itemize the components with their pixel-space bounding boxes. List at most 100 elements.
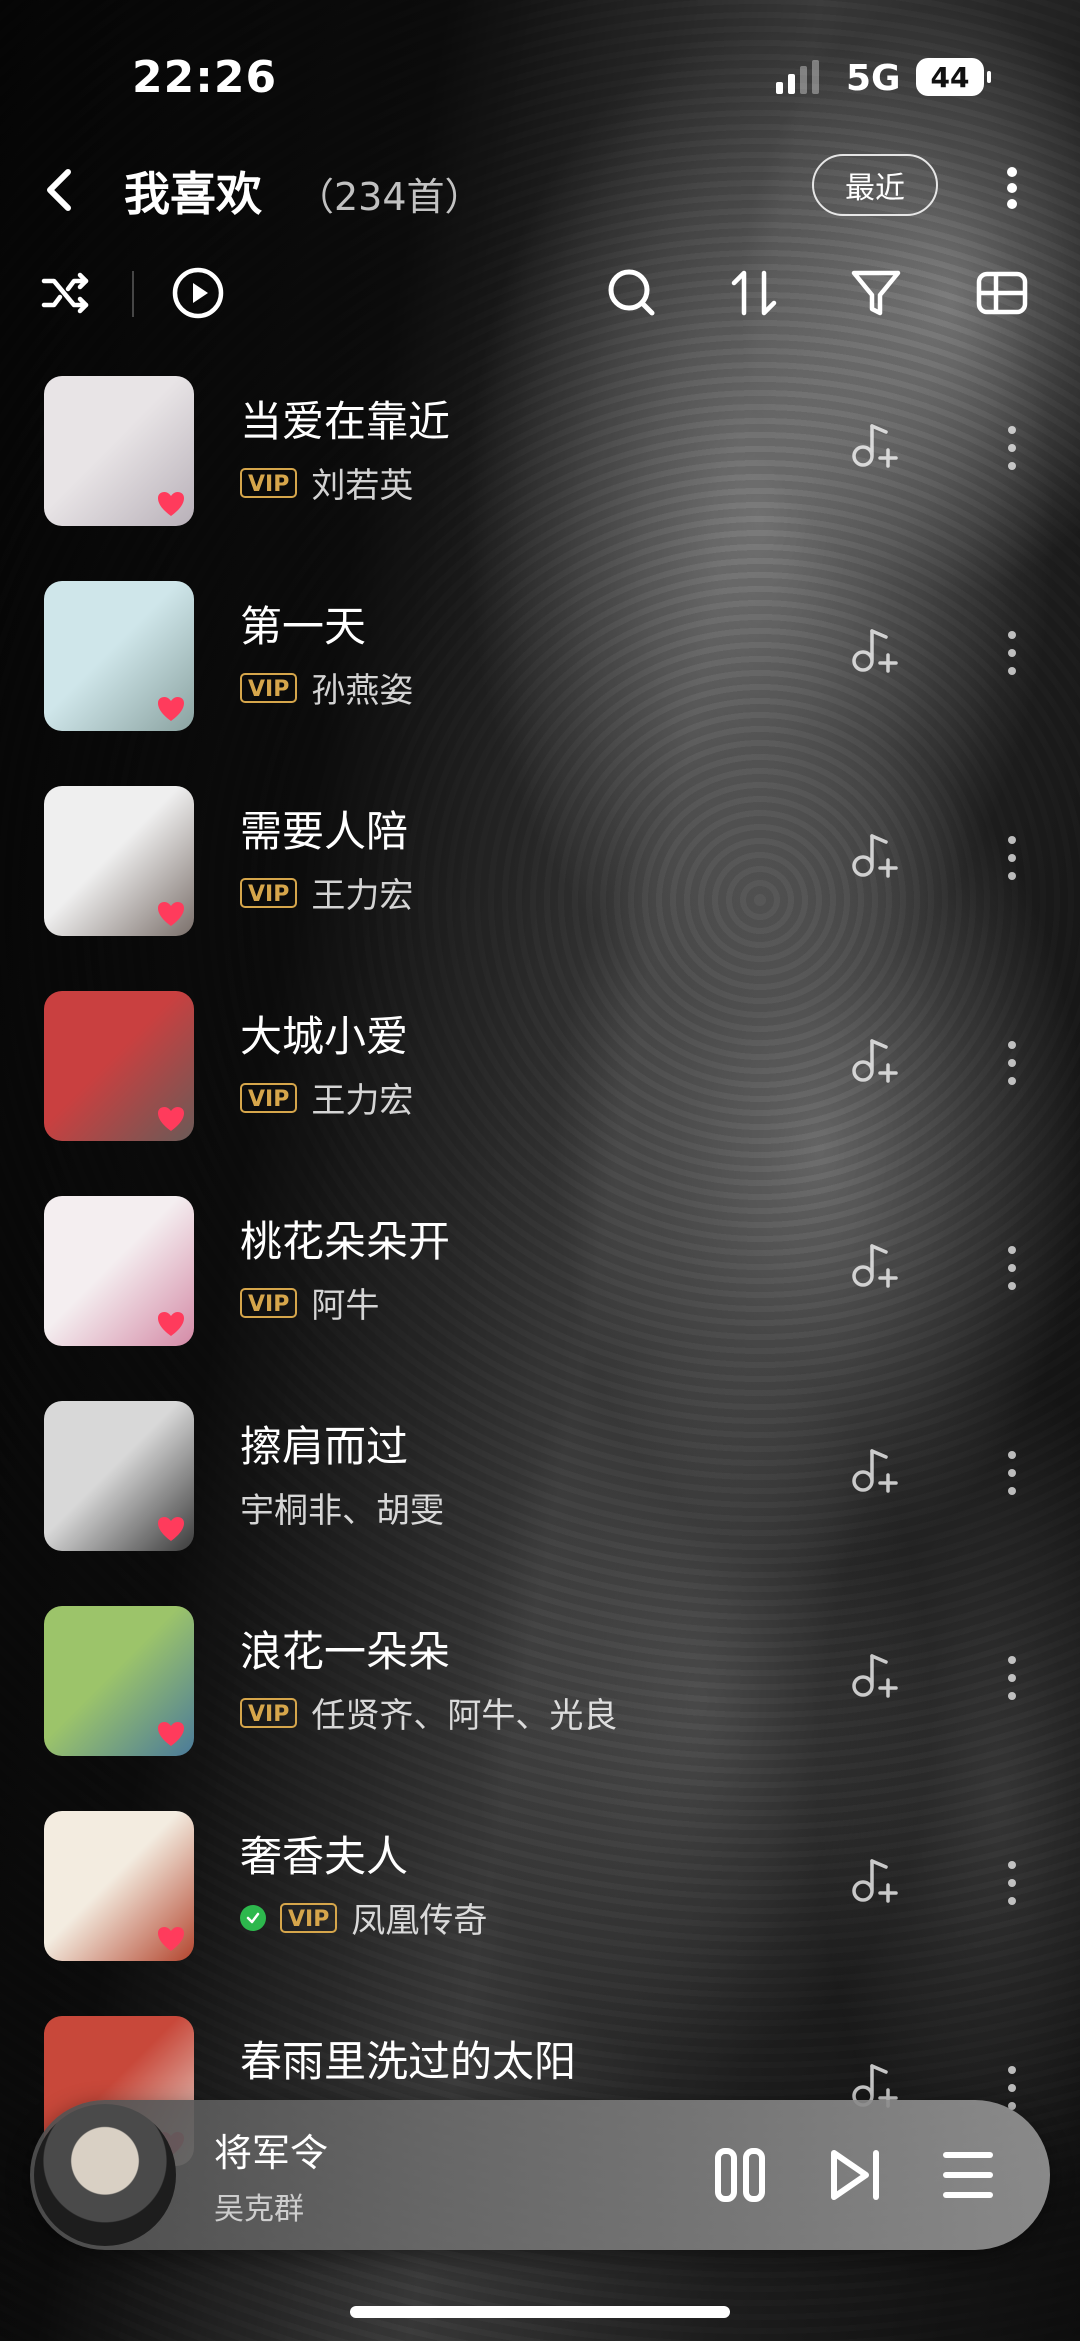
album-cover[interactable]	[44, 1401, 194, 1551]
song-title: 大城小爱	[240, 1012, 409, 1061]
song-meta: VIP 王力宏	[240, 1073, 413, 1122]
add-to-playlist-icon[interactable]	[850, 418, 900, 474]
song-title: 春雨里洗过的太阳	[240, 2037, 577, 2086]
list-toolbar	[0, 255, 1080, 335]
song-row[interactable]: 桃花朵朵开 VIP 阿牛	[0, 1190, 1080, 1350]
toolbar-divider	[132, 271, 134, 317]
mini-player[interactable]: 将军令 吴克群	[30, 2100, 1050, 2250]
heart-icon	[158, 1107, 184, 1131]
battery-icon: 44	[916, 58, 991, 96]
more-vertical-icon[interactable]	[990, 158, 1034, 218]
more-vertical-icon[interactable]	[1000, 1652, 1024, 1704]
song-title: 擦肩而过	[240, 1422, 409, 1471]
song-artist: 阿牛	[311, 1286, 380, 1326]
filter-icon[interactable]	[848, 265, 904, 321]
song-row[interactable]: 大城小爱 VIP 王力宏	[0, 985, 1080, 1145]
song-artist: 宇桐非、胡雯	[240, 1491, 444, 1531]
song-title: 奢香夫人	[240, 1832, 409, 1881]
status-bar: 22:26 5G 44	[0, 0, 1080, 150]
song-row[interactable]: 需要人陪 VIP 王力宏	[0, 780, 1080, 940]
album-cover[interactable]	[44, 786, 194, 936]
playlist-icon[interactable]	[938, 2143, 1002, 2207]
vip-badge: VIP	[240, 672, 298, 703]
add-to-playlist-icon[interactable]	[850, 1853, 900, 1909]
song-meta: VIP 孙燕姿	[240, 663, 413, 712]
song-count: （234首）	[296, 175, 483, 219]
album-cover[interactable]	[44, 581, 194, 731]
song-row[interactable]: 第一天 VIP 孙燕姿	[0, 575, 1080, 735]
page-header: 我喜欢 （234首） 最近	[0, 140, 1080, 250]
vip-badge: VIP	[240, 877, 298, 908]
heart-icon	[158, 1517, 184, 1541]
more-vertical-icon[interactable]	[1000, 627, 1024, 679]
song-meta: VIP 任贤齐、阿牛、光良	[240, 1688, 617, 1737]
song-artist: 任贤齐、阿牛、光良	[311, 1696, 618, 1736]
heart-icon	[158, 492, 184, 516]
add-to-playlist-icon[interactable]	[850, 1443, 900, 1499]
vip-badge: VIP	[240, 1287, 298, 1318]
song-artist: 孙燕姿	[311, 671, 414, 711]
song-artist: 王力宏	[311, 876, 414, 916]
album-cover[interactable]	[44, 1606, 194, 1756]
verified-icon	[240, 1904, 266, 1931]
heart-icon	[158, 697, 184, 721]
album-cover[interactable]	[44, 1196, 194, 1346]
song-meta: VIP 刘若英	[240, 458, 413, 507]
player-album-cover[interactable]	[34, 2104, 176, 2246]
heart-icon	[158, 1722, 184, 1746]
song-artist: 凤凰传奇	[351, 1901, 488, 1941]
heart-icon	[158, 902, 184, 926]
signal-icon	[776, 60, 819, 94]
song-title: 第一天	[240, 602, 367, 651]
add-to-playlist-icon[interactable]	[850, 828, 900, 884]
home-indicator[interactable]	[350, 2306, 730, 2318]
search-icon[interactable]	[604, 265, 660, 321]
more-vertical-icon[interactable]	[1000, 1037, 1024, 1089]
song-row[interactable]: 当爱在靠近 VIP 刘若英	[0, 370, 1080, 530]
vip-badge: VIP	[240, 1082, 298, 1113]
song-meta: 宇桐非、胡雯	[240, 1483, 444, 1532]
song-meta: VIP 王力宏	[240, 868, 413, 917]
more-vertical-icon[interactable]	[1000, 1857, 1024, 1909]
song-meta: VIP 阿牛	[240, 1278, 379, 1327]
song-artist: 刘若英	[311, 466, 414, 506]
song-row[interactable]: 擦肩而过 宇桐非、胡雯	[0, 1395, 1080, 1555]
page-title: 我喜欢	[124, 167, 262, 221]
album-cover[interactable]	[44, 376, 194, 526]
add-to-playlist-icon[interactable]	[850, 1648, 900, 1704]
pause-icon[interactable]	[708, 2143, 772, 2207]
vip-badge: VIP	[240, 467, 298, 498]
player-song-title: 将军令	[214, 2131, 329, 2175]
song-row[interactable]: 浪花一朵朵 VIP 任贤齐、阿牛、光良	[0, 1600, 1080, 1760]
album-cover[interactable]	[44, 1811, 194, 1961]
more-vertical-icon[interactable]	[1000, 422, 1024, 474]
album-cover[interactable]	[44, 991, 194, 1141]
heart-icon	[158, 1927, 184, 1951]
more-vertical-icon[interactable]	[1000, 1242, 1024, 1294]
vip-badge: VIP	[240, 1697, 298, 1728]
song-title: 桃花朵朵开	[240, 1217, 451, 1266]
heart-icon	[158, 1312, 184, 1336]
next-track-icon[interactable]	[824, 2143, 888, 2207]
player-artist: 吴克群	[214, 2192, 304, 2227]
add-to-playlist-icon[interactable]	[850, 623, 900, 679]
add-to-playlist-icon[interactable]	[850, 1033, 900, 1089]
back-arrow-icon[interactable]	[30, 160, 90, 220]
sort-icon[interactable]	[726, 265, 782, 321]
layout-icon[interactable]	[974, 265, 1030, 321]
more-vertical-icon[interactable]	[1000, 1447, 1024, 1499]
shuffle-icon[interactable]	[38, 265, 94, 321]
play-all-icon[interactable]	[170, 265, 226, 321]
song-title: 需要人陪	[240, 807, 409, 856]
song-meta: VIP 凤凰传奇	[240, 1893, 487, 1942]
more-vertical-icon[interactable]	[1000, 832, 1024, 884]
ocean-wave-background	[0, 0, 1080, 2341]
recent-button[interactable]: 最近	[812, 154, 938, 216]
song-artist: 王力宏	[311, 1081, 414, 1121]
song-row[interactable]: 奢香夫人 VIP 凤凰传奇	[0, 1805, 1080, 1965]
song-title: 浪花一朵朵	[240, 1627, 451, 1676]
add-to-playlist-icon[interactable]	[850, 1238, 900, 1294]
status-time: 22:26	[132, 52, 278, 103]
network-type: 5G	[846, 58, 901, 99]
vip-badge: VIP	[280, 1902, 338, 1933]
